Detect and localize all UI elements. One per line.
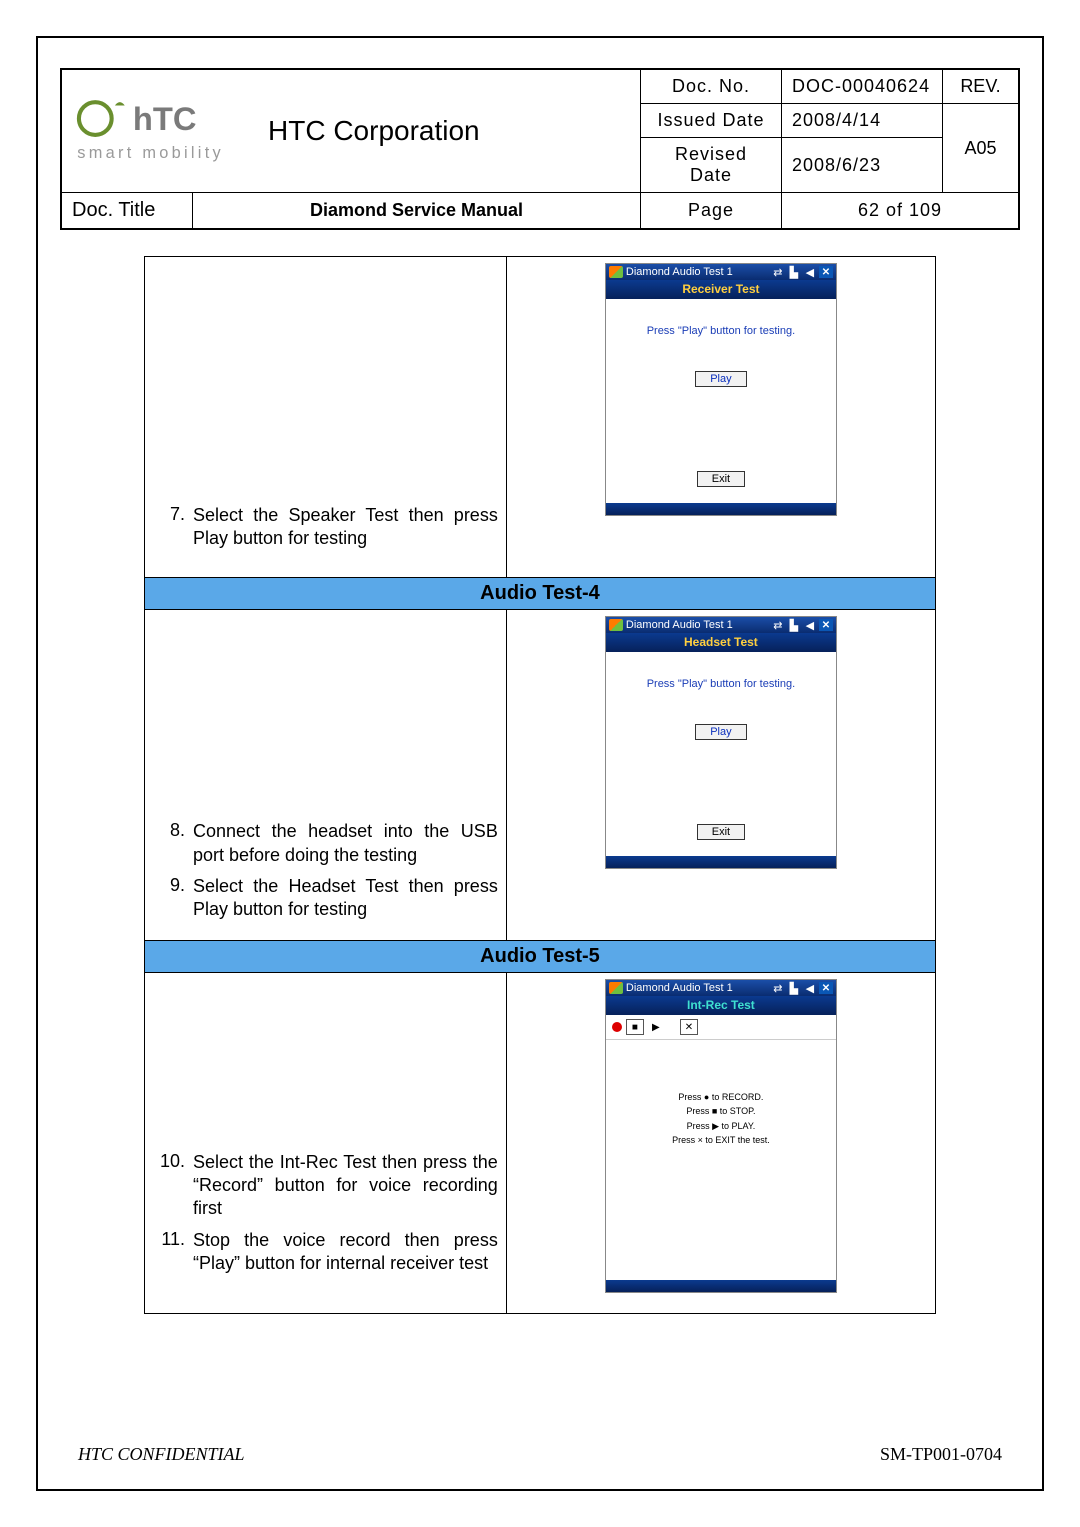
rec-hint: Press ▶ to PLAY. — [606, 1119, 836, 1133]
windows-icon — [609, 619, 623, 631]
signal-icon: ▙ — [787, 266, 801, 278]
htc-logo: hTC smart mobility — [74, 94, 254, 168]
doc-title-value: Diamond Service Manual — [193, 193, 641, 230]
record-icon[interactable] — [612, 1022, 622, 1032]
device-screenshot-receiver: Diamond Audio Test 1 ⇄ ▙ ◀ ✕ Receiver Te… — [605, 263, 837, 516]
play-icon[interactable]: ▶ — [648, 1020, 664, 1034]
speaker-icon: ◀ — [803, 266, 817, 278]
close-icon[interactable]: ✕ — [819, 619, 833, 631]
speaker-icon: ◀ — [803, 619, 817, 631]
rec-hint: Press × to EXIT the test. — [606, 1133, 836, 1147]
device-subtitle: Headset Test — [606, 633, 836, 652]
close-icon[interactable]: ✕ — [819, 982, 833, 994]
instruction-row: 9. Select the Headset Test then press Pl… — [151, 875, 498, 922]
footer-confidential: HTC CONFIDENTIAL — [78, 1444, 245, 1465]
revised-date-label: Revised Date — [641, 138, 782, 193]
instruction-number: 9. — [151, 875, 193, 922]
windows-icon — [609, 266, 623, 278]
instruction-text: Stop the voice record then press “Play” … — [193, 1229, 498, 1276]
sync-icon: ⇄ — [771, 266, 785, 278]
doc-no-value: DOC-00040624 — [782, 69, 943, 104]
issued-date-label: Issued Date — [641, 104, 782, 138]
instruction-number: 7. — [151, 504, 193, 551]
issued-date-value: 2008/4/14 — [782, 104, 943, 138]
device-hint: Press "Play" button for testing. — [606, 678, 836, 690]
sync-icon: ⇄ — [771, 619, 785, 631]
close-icon[interactable]: ✕ — [819, 266, 833, 278]
play-button[interactable]: Play — [695, 371, 746, 387]
exit-button[interactable]: Exit — [697, 471, 745, 487]
instruction-row: 8. Connect the headset into the USB port… — [151, 820, 498, 867]
doc-title-label: Doc. Title — [61, 193, 193, 230]
device-subtitle: Int-Rec Test — [606, 996, 836, 1015]
page-number: 62 of 109 — [782, 193, 1020, 230]
content-table: 7. Select the Speaker Test then press Pl… — [144, 256, 936, 1314]
instruction-text: Select the Speaker Test then press Play … — [193, 504, 498, 551]
svg-text:hTC: hTC — [133, 100, 197, 137]
exit-button[interactable]: Exit — [697, 824, 745, 840]
instruction-number: 8. — [151, 820, 193, 867]
exit-x-icon[interactable]: ✕ — [680, 1019, 698, 1035]
footer-doc-code: SM-TP001-0704 — [880, 1444, 1002, 1465]
stop-icon[interactable]: ■ — [626, 1019, 644, 1035]
svg-text:smart mobility: smart mobility — [77, 144, 224, 162]
device-screenshot-headset: Diamond Audio Test 1 ⇄ ▙ ◀ ✕ Headset Tes… — [605, 616, 837, 869]
device-title: Diamond Audio Test 1 — [626, 982, 733, 994]
rec-hint: Press ■ to STOP. — [606, 1104, 836, 1118]
instruction-text: Select the Int-Rec Test then press the “… — [193, 1151, 498, 1221]
device-title: Diamond Audio Test 1 — [626, 619, 733, 631]
sync-icon: ⇄ — [771, 982, 785, 994]
section-header: Audio Test-4 — [145, 578, 936, 610]
page-label: Page — [641, 193, 782, 230]
speaker-icon: ◀ — [803, 982, 817, 994]
corporation-name: HTC Corporation — [268, 115, 480, 147]
rec-hint: Press ● to RECORD. — [606, 1090, 836, 1104]
instruction-text: Connect the headset into the USB port be… — [193, 820, 498, 867]
instruction-number: 10. — [151, 1151, 193, 1221]
device-subtitle: Receiver Test — [606, 280, 836, 299]
doc-no-label: Doc. No. — [641, 69, 782, 104]
signal-icon: ▙ — [787, 982, 801, 994]
instruction-number: 11. — [151, 1229, 193, 1276]
instruction-row: 11. Stop the voice record then press “Pl… — [151, 1229, 498, 1276]
rev-label: REV. — [943, 69, 1020, 104]
revised-date-value: 2008/6/23 — [782, 138, 943, 193]
windows-icon — [609, 982, 623, 994]
header-table: hTC smart mobility HTC Corporation Doc. No.… — [60, 68, 1020, 230]
signal-icon: ▙ — [787, 619, 801, 631]
device-hint: Press "Play" button for testing. — [606, 325, 836, 337]
instruction-row: 10. Select the Int-Rec Test then press t… — [151, 1151, 498, 1221]
instruction-row: 7. Select the Speaker Test then press Pl… — [151, 504, 498, 551]
instruction-text: Select the Headset Test then press Play … — [193, 875, 498, 922]
section-header: Audio Test-5 — [145, 941, 936, 973]
rev-value: A05 — [943, 104, 1020, 193]
device-screenshot-intrec: Diamond Audio Test 1 ⇄ ▙ ◀ ✕ Int-Rec Tes… — [605, 979, 837, 1293]
device-title: Diamond Audio Test 1 — [626, 266, 733, 278]
play-button[interactable]: Play — [695, 724, 746, 740]
